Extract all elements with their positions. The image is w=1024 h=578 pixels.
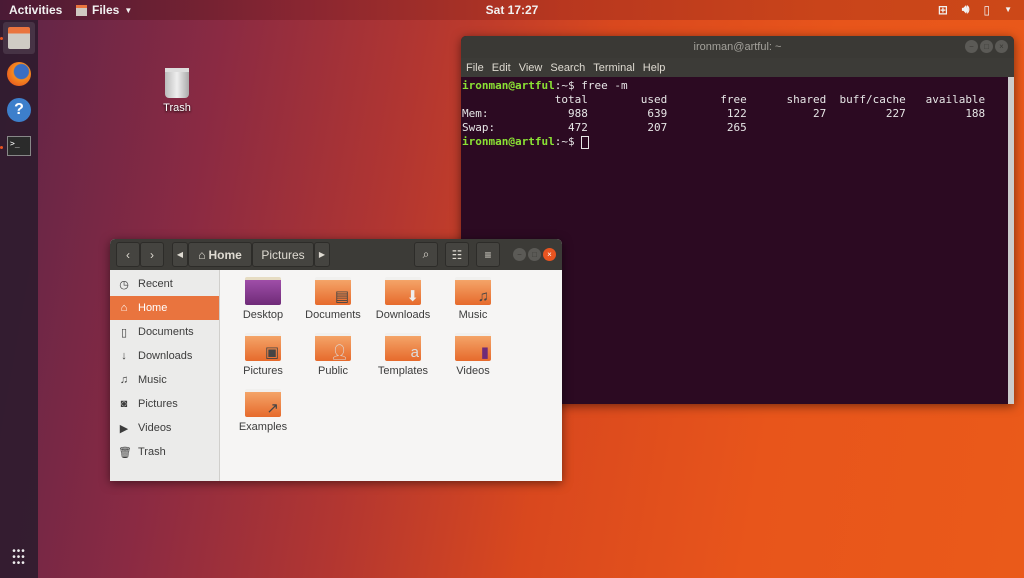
menu-search[interactable]: Search [550, 62, 585, 74]
list-view-icon: ☷ [451, 247, 463, 262]
file-item-pictures[interactable]: ▣ Pictures [228, 333, 298, 377]
templates-folder-icon: a [385, 333, 421, 361]
home-icon: ⌂ [198, 247, 206, 262]
file-item-documents[interactable]: ▤ Documents [298, 277, 368, 321]
network-icon: ⊞ [937, 2, 948, 17]
scrollbar[interactable] [1008, 77, 1014, 404]
file-item-desktop[interactable]: Desktop [228, 277, 298, 321]
terminal-output[interactable]: ironman@artful:~$ free -m total used fre… [461, 77, 1014, 151]
file-item-templates[interactable]: a Templates [368, 333, 438, 377]
sidebar-item-recent[interactable]: ◷ Recent [110, 272, 219, 296]
hamburger-icon: ≡ [484, 247, 492, 262]
menu-button[interactable]: ≡ [476, 242, 500, 267]
public-folder-icon: 👤︎ [315, 333, 351, 361]
path-home[interactable]: ⌂ Home [188, 242, 252, 267]
clock[interactable]: Sat 17:27 [0, 3, 1024, 17]
volume-icon: 🔊︎ [961, 2, 970, 16]
file-item-videos[interactable]: ▮ Videos [438, 333, 508, 377]
sidebar-item-trash[interactable]: 🗑︎ Trash [110, 440, 219, 464]
search-icon: ⌕ [422, 247, 430, 261]
music-folder-icon: ♫ [455, 277, 491, 305]
forward-button[interactable]: › [140, 242, 164, 267]
help-icon: ? [7, 98, 31, 122]
menu-help[interactable]: Help [643, 62, 666, 74]
camera-icon: ◙ [120, 398, 128, 410]
home-icon: ⌂ [120, 302, 128, 314]
firefox-icon [7, 62, 31, 86]
menu-file[interactable]: File [466, 62, 484, 74]
file-item-downloads[interactable]: ⬇ Downloads [368, 277, 438, 321]
grid-icon: ••• ••• ••• [12, 546, 26, 569]
dock: ? >_ ••• ••• ••• [0, 20, 38, 578]
close-button[interactable]: × [995, 40, 1008, 53]
terminal-icon: >_ [7, 136, 31, 156]
music-icon: ♫ [119, 374, 129, 386]
downloads-folder-icon: ⬇ [385, 277, 421, 305]
maximize-button[interactable]: □ [528, 248, 541, 261]
battery-icon: ▯ [983, 2, 991, 17]
dock-terminal[interactable]: >_ [3, 130, 35, 162]
dock-files[interactable] [3, 22, 35, 54]
menu-view[interactable]: View [519, 62, 543, 74]
top-bar: Activities Files ▼ Sat 17:27 ⊞ 🔊︎ ▯ ▼ [0, 0, 1024, 20]
download-icon: ↓ [121, 350, 127, 362]
sidebar-item-music[interactable]: ♫ Music [110, 368, 219, 392]
trash-icon [165, 68, 189, 98]
close-button[interactable]: × [543, 248, 556, 261]
sidebar-item-documents[interactable]: ▯ Documents [110, 320, 219, 344]
text-cursor [581, 135, 590, 149]
documents-folder-icon: ▤ [315, 277, 351, 305]
path-scroll-left[interactable]: ◀ [172, 242, 188, 267]
desktop-trash[interactable]: Trash [158, 68, 196, 114]
search-button[interactable]: ⌕ [414, 242, 438, 267]
files-window[interactable]: ‹ › ◀ ⌂ Home Pictures ▶ ⌕ ☷ ≡ − □ × ◷ Recent… [110, 239, 562, 481]
video-icon: ▶ [119, 422, 129, 435]
file-item-examples[interactable]: ↗ Examples [228, 389, 298, 433]
system-menu-caret-icon: ▼ [1004, 5, 1012, 14]
file-item-music[interactable]: ♫ Music [438, 277, 508, 321]
file-cabinet-icon [8, 27, 30, 49]
dock-firefox[interactable] [3, 58, 35, 90]
files-headerbar[interactable]: ‹ › ◀ ⌂ Home Pictures ▶ ⌕ ☷ ≡ − □ × [110, 239, 562, 270]
menu-terminal[interactable]: Terminal [593, 62, 635, 74]
minimize-button[interactable]: − [513, 248, 526, 261]
file-item-public[interactable]: 👤︎ Public [298, 333, 368, 377]
path-pictures[interactable]: Pictures [252, 242, 314, 267]
chevron-left-icon: ‹ [126, 247, 130, 262]
desktop-folder-icon [245, 277, 281, 305]
clock-icon: ◷ [119, 278, 129, 291]
videos-folder-icon: ▮ [455, 333, 491, 361]
sidebar-item-videos[interactable]: ▶ Videos [110, 416, 219, 440]
back-button[interactable]: ‹ [116, 242, 140, 267]
path-scroll-right[interactable]: ▶ [314, 242, 330, 267]
terminal-menubar: File Edit View Search Terminal Help [461, 58, 1014, 77]
menu-edit[interactable]: Edit [492, 62, 511, 74]
document-icon: ▯ [120, 326, 128, 339]
chevron-right-icon: › [150, 247, 154, 262]
system-tray[interactable]: ⊞ 🔊︎ ▯ ▼ [938, 2, 1012, 17]
pictures-folder-icon: ▣ [245, 333, 281, 361]
terminal-titlebar[interactable]: ironman@artful: ~ − □ × [461, 36, 1014, 58]
dock-help[interactable]: ? [3, 94, 35, 126]
show-applications-button[interactable]: ••• ••• ••• [3, 542, 35, 574]
sidebar-item-pictures[interactable]: ◙ Pictures [110, 392, 219, 416]
trash-icon: 🗑︎ [118, 446, 132, 459]
sidebar-item-downloads[interactable]: ↓ Downloads [110, 344, 219, 368]
sidebar-item-home[interactable]: ⌂ Home [110, 296, 219, 320]
files-sidebar: ◷ Recent ⌂ Home ▯ Documents ↓ Downloads ♫ Mus… [110, 270, 220, 481]
minimize-button[interactable]: − [965, 40, 978, 53]
maximize-button[interactable]: □ [980, 40, 993, 53]
examples-folder-icon: ↗ [245, 389, 281, 417]
view-toggle-button[interactable]: ☷ [445, 242, 469, 267]
